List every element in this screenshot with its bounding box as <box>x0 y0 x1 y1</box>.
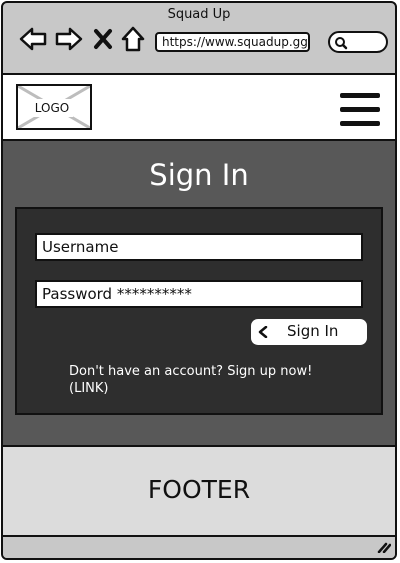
hamburger-menu-icon[interactable] <box>338 92 382 128</box>
chevron-left-icon <box>258 326 268 338</box>
signin-button-label: Sign In <box>287 322 339 340</box>
url-bar[interactable]: https://www.squadup.gg/ <box>155 32 310 52</box>
back-arrow-icon[interactable] <box>18 25 48 53</box>
signin-button[interactable]: Sign In <box>251 319 367 345</box>
forward-arrow-icon[interactable] <box>54 25 84 53</box>
footer-label: FOOTER <box>147 475 251 504</box>
resize-grip-icon[interactable] <box>377 541 391 553</box>
page-title: Sign In <box>149 158 249 192</box>
logo-label: LOGO <box>31 99 73 117</box>
logo: LOGO <box>16 84 92 130</box>
site-header: LOGO <box>3 73 395 141</box>
signin-form: Username Password ********** Sign In Don… <box>15 207 383 415</box>
close-icon[interactable] <box>93 28 113 50</box>
site-footer: FOOTER <box>3 445 395 537</box>
signup-link[interactable]: Don't have an account? Sign up now! (LIN… <box>69 363 349 397</box>
home-icon[interactable] <box>120 25 146 53</box>
window-title: Squad Up <box>167 7 231 22</box>
browser-window: Squad Up https://www.squadup.gg/ LOGO Si… <box>1 1 397 560</box>
search-icon <box>335 37 348 50</box>
username-field[interactable]: Username <box>35 233 363 261</box>
search-box[interactable] <box>328 31 388 53</box>
main-content: Sign In Username Password ********** Sig… <box>3 141 395 445</box>
status-bar <box>3 537 395 558</box>
password-field[interactable]: Password ********** <box>35 280 363 308</box>
